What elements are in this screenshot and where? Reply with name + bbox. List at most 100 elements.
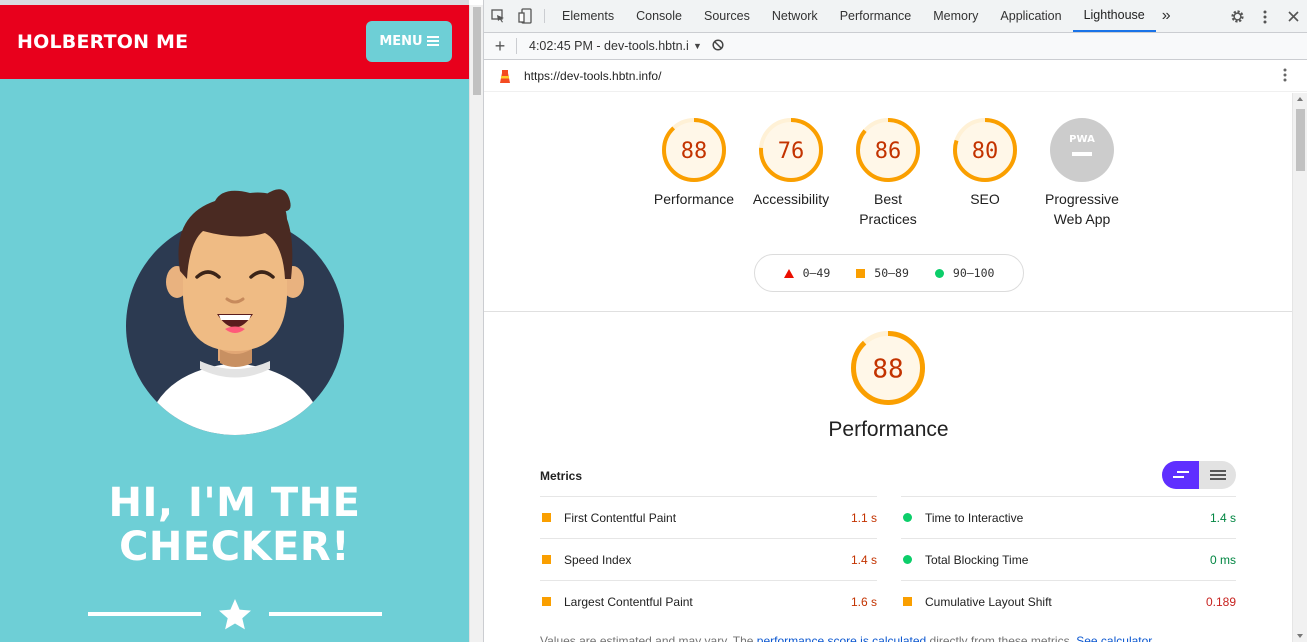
metric-name: First Contentful Paint xyxy=(564,510,677,525)
close-devtools-icon[interactable] xyxy=(1279,11,1307,22)
device-toolbar-icon[interactable] xyxy=(511,0,538,32)
metric-value: 0.189 xyxy=(1205,594,1236,609)
metric-value: 1.4 s xyxy=(1209,510,1236,525)
category-label: Best Practices xyxy=(859,191,917,227)
divider-line-right xyxy=(269,612,382,616)
lines-short-icon xyxy=(1172,471,1189,478)
tab-lighthouse[interactable]: Lighthouse xyxy=(1072,0,1156,32)
note-text-middle: directly from these metrics. xyxy=(926,634,1077,642)
site-brand[interactable]: HOLBERTON ME xyxy=(17,31,188,53)
category-label: Accessibility xyxy=(752,191,830,207)
pass-circle-icon xyxy=(903,513,912,522)
metric-row: Total Blocking Time 0 ms xyxy=(901,538,1236,580)
metric-name: Total Blocking Time xyxy=(925,552,1029,567)
metric-row: Cumulative Layout Shift 0.189 xyxy=(901,580,1236,622)
clear-reports-icon[interactable] xyxy=(712,38,724,54)
tab-memory[interactable]: Memory xyxy=(922,0,989,32)
chevron-down-icon[interactable]: ▼ xyxy=(693,41,702,51)
average-square-icon xyxy=(542,555,551,564)
report-scrollbar-thumb[interactable] xyxy=(1296,109,1305,171)
metric-row: Largest Contentful Paint 1.6 s xyxy=(540,580,877,622)
performance-section-title: Performance xyxy=(828,418,949,441)
category-gauge-seo[interactable]: 80 SEO xyxy=(930,117,1040,209)
inspect-element-icon[interactable] xyxy=(484,0,511,32)
metrics-header: Metrics xyxy=(540,461,1236,495)
tab-console[interactable]: Console xyxy=(625,0,693,32)
category-gauge-performance[interactable]: 88 Performance xyxy=(639,117,749,209)
see-calculator-link[interactable]: See calculator. xyxy=(1076,634,1155,642)
fail-triangle-icon xyxy=(783,268,794,278)
metrics-title: Metrics xyxy=(540,469,583,483)
more-tabs-button[interactable]: » xyxy=(1156,0,1177,32)
category-gauge-progressive-web-app[interactable]: PWA Progressive Web App xyxy=(1027,117,1137,229)
report-selector[interactable]: 4:02:45 PM - dev-tools.hbtn.in xyxy=(529,39,689,53)
lighthouse-logo-icon xyxy=(500,69,510,83)
metric-name: Speed Index xyxy=(564,552,632,567)
category-gauge-best-practices[interactable]: 86 Best Practices xyxy=(833,117,943,229)
site-header: HOLBERTON ME MENU xyxy=(0,5,469,79)
gauge-score: 88 xyxy=(872,354,903,384)
performance-gauge: 88 xyxy=(850,330,926,411)
hamburger-icon xyxy=(426,36,439,46)
site-scrollbar[interactable] xyxy=(469,5,483,642)
metric-value: 1.4 s xyxy=(850,552,877,567)
average-square-icon xyxy=(542,513,551,522)
lighthouse-toolbar: + 4:02:45 PM - dev-tools.hbtn.in ▼ xyxy=(484,33,1307,60)
divider-line-left xyxy=(88,612,201,616)
category-gauges: 88 Performance 76 Accessibility 86 Best Pract… xyxy=(484,117,1293,237)
menu-button[interactable]: MENU xyxy=(366,20,452,62)
metrics-column-left: First Contentful Paint 1.1 s Speed Index 1.… xyxy=(540,496,877,622)
score-legend: 0–49 50–89 90–100 xyxy=(754,254,1024,292)
metrics-note: Values are estimated and may vary. The p… xyxy=(540,634,1240,642)
scroll-down-icon[interactable] xyxy=(1297,634,1303,638)
gauge-score: 76 xyxy=(778,139,805,164)
category-gauge-accessibility[interactable]: 76 Accessibility xyxy=(736,117,846,209)
average-square-icon xyxy=(903,597,912,606)
avatar-illustration xyxy=(126,189,344,435)
collapsed-view-button[interactable] xyxy=(1162,461,1199,489)
tab-sources[interactable]: Sources xyxy=(693,0,761,32)
new-report-icon[interactable]: + xyxy=(484,36,516,57)
tab-elements[interactable]: Elements xyxy=(551,0,625,32)
hero-title-line2: CHECKER! xyxy=(119,524,350,570)
hero-title: HI, I'M THE CHECKER! xyxy=(0,481,469,569)
report-scrollbar[interactable] xyxy=(1292,93,1307,642)
legend-pass-label: 90–100 xyxy=(952,266,995,280)
tab-performance[interactable]: Performance xyxy=(829,0,923,32)
tab-network[interactable]: Network xyxy=(761,0,829,32)
note-text: Values are estimated and may vary. The xyxy=(540,634,757,642)
metric-name: Largest Contentful Paint xyxy=(564,594,693,609)
site-scrollbar-thumb[interactable] xyxy=(473,7,481,95)
metric-row: First Contentful Paint 1.1 s xyxy=(540,496,877,538)
legend-fail-label: 0–49 xyxy=(802,266,831,280)
star-divider xyxy=(88,599,382,630)
metric-row: Speed Index 1.4 s xyxy=(540,538,877,580)
settings-gear-icon[interactable] xyxy=(1223,9,1251,24)
pwa-badge-circle xyxy=(1050,118,1114,182)
category-label: Progressive Web App xyxy=(1045,191,1119,227)
section-divider xyxy=(484,311,1293,312)
expanded-view-button[interactable] xyxy=(1199,461,1236,489)
legend-fail: 0–49 xyxy=(783,266,831,280)
legend-average: 50–89 xyxy=(856,266,909,280)
average-square-icon xyxy=(542,597,551,606)
gauge-score: 86 xyxy=(875,139,902,164)
metrics-view-toggle[interactable] xyxy=(1162,461,1236,489)
scroll-up-icon[interactable] xyxy=(1297,97,1303,101)
lines-long-icon xyxy=(1209,470,1226,480)
report-url[interactable]: https://dev-tools.hbtn.info/ xyxy=(524,69,661,83)
pass-circle-icon xyxy=(903,555,912,564)
devtools-panel: Elements Console Sources Network Perform… xyxy=(483,0,1307,642)
site-preview: HOLBERTON ME MENU HI, I'M THE CHECKER! xyxy=(0,0,469,642)
report-menu-icon[interactable] xyxy=(1283,68,1287,85)
metric-value: 1.1 s xyxy=(850,510,877,525)
tab-application[interactable]: Application xyxy=(989,0,1072,32)
gauge-score: 80 xyxy=(972,139,999,164)
metric-value: 0 ms xyxy=(1209,552,1236,567)
metric-value: 1.6 s xyxy=(850,594,877,609)
metrics-column-right: Time to Interactive 1.4 s Total Blocking T… xyxy=(901,496,1236,622)
star-icon xyxy=(219,599,251,630)
devtools-tabbar: Elements Console Sources Network Perform… xyxy=(484,0,1307,33)
score-calculation-link[interactable]: performance score is calculated xyxy=(757,634,926,642)
more-options-icon[interactable] xyxy=(1251,10,1279,24)
